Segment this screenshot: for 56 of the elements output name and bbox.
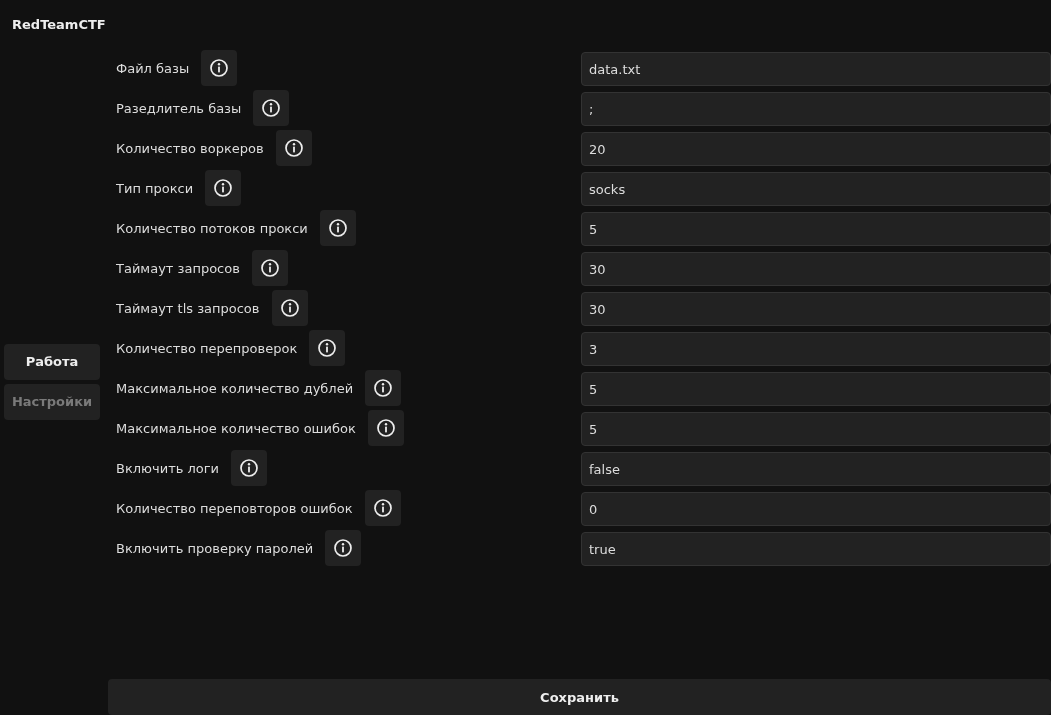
input-field[interactable]: false	[581, 452, 1051, 486]
info-button[interactable]	[251, 250, 288, 286]
info-icon	[262, 99, 281, 117]
input-field[interactable]: 0	[581, 492, 1051, 526]
info-button[interactable]	[275, 130, 312, 166]
info-button[interactable]	[367, 410, 404, 446]
setting-label: Таймаут запросов	[116, 260, 240, 276]
input-field[interactable]: ;	[581, 92, 1051, 126]
nav-tab[interactable]: Настройки	[4, 383, 100, 420]
setting-label: Тип прокси	[116, 180, 194, 196]
info-button[interactable]	[253, 90, 290, 126]
info-button[interactable]	[201, 50, 238, 86]
input-field[interactable]: 5	[581, 412, 1051, 446]
setting-label: Количество воркеров	[116, 140, 264, 156]
info-icon	[280, 299, 299, 317]
setting-label: Файл базы	[116, 60, 190, 76]
input-field[interactable]: 3	[581, 332, 1051, 366]
info-icon	[374, 379, 393, 397]
app-title: RedTeamCTF	[12, 16, 106, 32]
info-button[interactable]	[325, 530, 362, 566]
info-button[interactable]	[309, 330, 346, 366]
input-field[interactable]: 5	[581, 212, 1051, 246]
input-field[interactable]: 30	[581, 252, 1051, 286]
setting-label: Количество перепроверок	[116, 340, 298, 356]
info-button[interactable]	[231, 450, 268, 486]
setting-label: Максимальное количество ошибок	[116, 420, 356, 436]
info-icon	[240, 459, 259, 477]
save-button[interactable]: Сохранить	[108, 679, 1051, 715]
setting-label: Количество переповторов ошибок	[116, 500, 353, 516]
setting-label: Количество потоков прокси	[116, 220, 308, 236]
info-icon	[214, 179, 233, 197]
setting-label: Включить проверку паролей	[116, 540, 314, 556]
info-icon	[334, 539, 353, 557]
info-button[interactable]	[364, 490, 401, 526]
input-field[interactable]: 5	[581, 372, 1051, 406]
input-field[interactable]: 20	[581, 132, 1051, 166]
nav-tab[interactable]: Работа	[4, 343, 100, 380]
input-field[interactable]: socks	[581, 172, 1051, 206]
info-icon	[318, 339, 337, 357]
info-icon	[210, 59, 229, 77]
info-icon	[284, 139, 303, 157]
info-icon	[328, 219, 347, 237]
info-icon	[373, 499, 392, 517]
setting-label: Максимальное количество дублей	[116, 380, 354, 396]
input-field[interactable]: data.txt	[581, 52, 1051, 86]
setting-label: Разедлитель базы	[116, 100, 242, 116]
input-field[interactable]: 30	[581, 292, 1051, 326]
info-button[interactable]	[365, 370, 402, 406]
info-icon	[376, 419, 395, 437]
info-button[interactable]	[319, 210, 356, 246]
input-field[interactable]: true	[581, 532, 1051, 566]
info-button[interactable]	[271, 290, 308, 326]
setting-label: Включить логи	[116, 460, 220, 476]
setting-label: Таймаут tls запросов	[116, 300, 260, 316]
info-button[interactable]	[205, 170, 242, 206]
info-icon	[260, 259, 279, 277]
